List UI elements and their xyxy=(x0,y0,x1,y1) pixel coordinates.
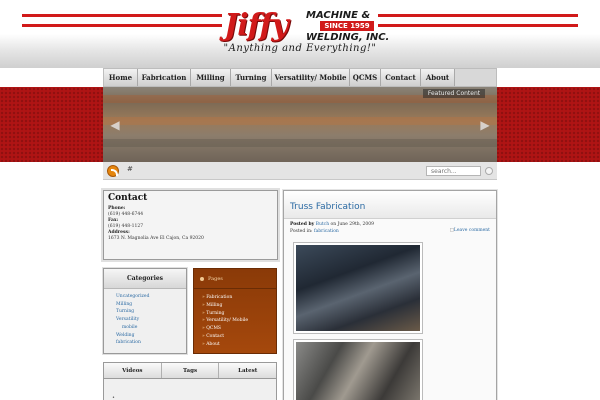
pages-title: Pages xyxy=(194,269,276,289)
category-link[interactable]: fabrication xyxy=(116,339,186,347)
tab-bar: Videos Tags Latest xyxy=(104,363,277,379)
logo-subtitle: MACHINE & xyxy=(306,10,371,21)
page-link[interactable]: Milling xyxy=(202,302,276,310)
search-icon[interactable] xyxy=(485,167,493,175)
author-link[interactable]: Butch xyxy=(316,222,329,227)
logo-rule xyxy=(22,14,222,17)
nav-milling[interactable]: Milling xyxy=(191,69,231,86)
category-link[interactable]: Uncategorized xyxy=(116,293,186,301)
leave-comment-link[interactable]: Leave comment xyxy=(450,228,490,233)
blog-post: Truss Fabrication Posted by Butch on Jun… xyxy=(283,190,497,400)
page-link[interactable]: QCMS xyxy=(202,325,276,333)
categories-title: Categories xyxy=(104,269,186,289)
posted-in-label: Posted in: xyxy=(290,229,313,234)
contact-widget: Contact Phone: (619) 448-6744 Fax: (619)… xyxy=(103,190,278,260)
category-link[interactable]: fabrication xyxy=(314,229,339,234)
list-bullet: • xyxy=(112,395,115,400)
logo-rule xyxy=(378,24,578,27)
tabbed-widget: Videos Tags Latest • xyxy=(103,362,277,400)
nav-fabrication[interactable]: Fabrication xyxy=(138,69,191,86)
page-list: Fabrication Milling Turning Versatility/… xyxy=(194,289,276,349)
post-date: on June 29th, 2009 xyxy=(330,222,375,227)
page-link[interactable]: Fabrication xyxy=(202,294,276,302)
nav-contact[interactable]: Contact xyxy=(381,69,421,86)
logo[interactable]: Jiffy xyxy=(224,8,289,43)
chevron-right-icon[interactable]: ▶ xyxy=(477,118,493,132)
rust-streak xyxy=(103,117,497,125)
post-title[interactable]: Truss Fabrication xyxy=(290,202,365,212)
logo-rule xyxy=(378,14,578,17)
logo-rule xyxy=(22,24,222,27)
logo-subtitle: WELDING, INC. xyxy=(306,32,390,43)
category-link[interactable]: mobile xyxy=(116,324,186,332)
hash-text: # xyxy=(127,165,133,173)
featured-banner[interactable]: Featured Content xyxy=(103,87,497,162)
main-nav: Home Fabrication Milling Turning Versati… xyxy=(103,68,497,87)
page-link[interactable]: Versatility/ Mobile xyxy=(202,317,276,325)
category-link[interactable]: Welding xyxy=(116,332,186,340)
photo-image xyxy=(296,245,420,331)
logo-since-badge: SINCE 1959 xyxy=(320,21,374,31)
site-header: Jiffy MACHINE & SINCE 1959 WELDING, INC.… xyxy=(0,0,600,68)
post-photo[interactable] xyxy=(293,339,423,400)
nav-qcms[interactable]: QCMS xyxy=(350,69,381,86)
tagline: "Anything and Everything!" xyxy=(223,43,377,54)
nav-versatility-mobile[interactable]: Versatility/ Mobile xyxy=(272,69,350,86)
photo-image xyxy=(296,342,420,400)
categories-widget: Categories Uncategorized Milling Turning… xyxy=(103,268,187,354)
page-link[interactable]: Turning xyxy=(202,310,276,318)
pages-widget: Pages Fabrication Milling Turning Versat… xyxy=(193,268,277,354)
address-value: 1673 N. Magnolia Ave El Cajon, Ca 92020 xyxy=(108,236,204,241)
chevron-left-icon[interactable]: ◀ xyxy=(107,118,123,132)
page-link[interactable]: About xyxy=(202,341,276,349)
tab-tags[interactable]: Tags xyxy=(161,363,220,378)
category-link[interactable]: Milling xyxy=(116,301,186,309)
post-photo[interactable] xyxy=(293,242,423,334)
nav-home[interactable]: Home xyxy=(104,69,138,86)
tab-latest[interactable]: Latest xyxy=(219,363,277,378)
search-input[interactable] xyxy=(426,166,481,176)
category-link[interactable]: Turning xyxy=(116,308,186,316)
tab-videos[interactable]: Videos xyxy=(104,363,162,378)
post-category-line: Posted in: fabrication xyxy=(290,229,339,234)
utility-bar: # xyxy=(103,162,497,180)
contact-title: Contact xyxy=(108,193,148,203)
page-link[interactable]: Contact xyxy=(202,333,276,341)
nav-about[interactable]: About xyxy=(421,69,455,86)
posted-by-label: Posted by xyxy=(290,222,315,227)
rust-streak xyxy=(103,139,497,147)
category-link[interactable]: Versatility xyxy=(116,316,186,324)
nav-turning[interactable]: Turning xyxy=(231,69,272,86)
category-list: Uncategorized Milling Turning Versatilit… xyxy=(104,289,186,347)
featured-content-caption: Featured Content xyxy=(423,89,485,98)
rss-icon[interactable] xyxy=(107,165,119,177)
post-byline: Posted by Butch on June 29th, 2009 xyxy=(290,222,374,227)
